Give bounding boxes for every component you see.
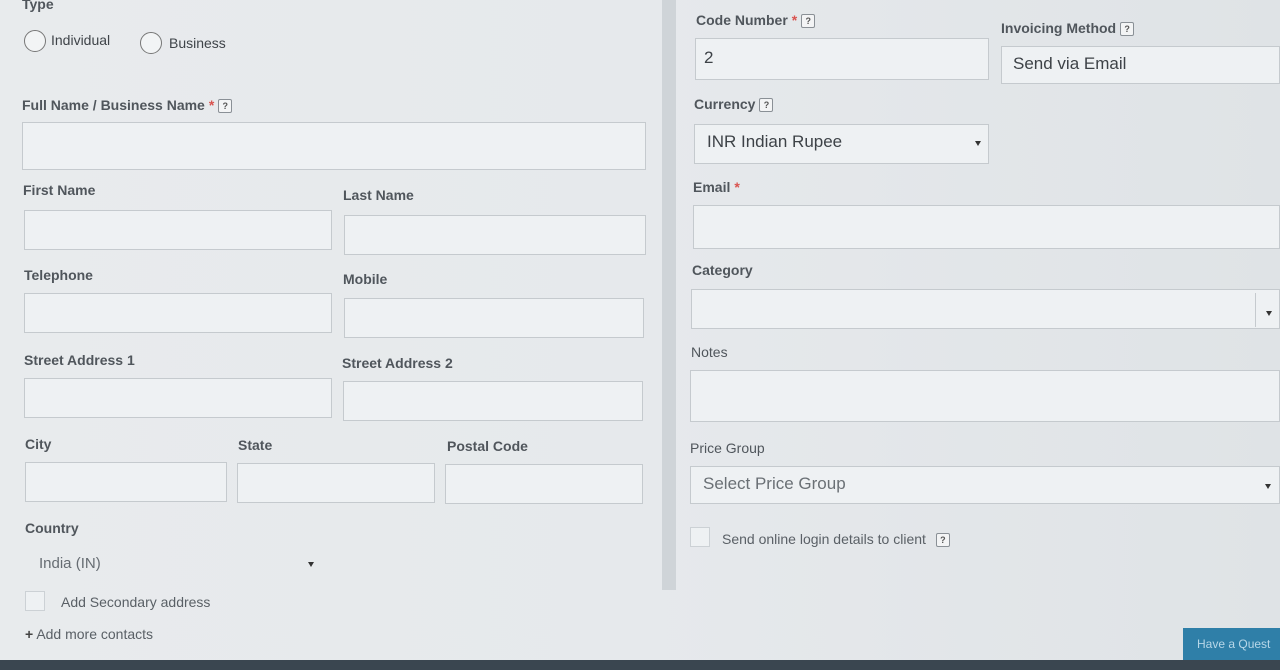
individual-radio-label[interactable]: Individual	[51, 32, 110, 48]
state-input[interactable]	[237, 463, 435, 503]
last-name-label: Last Name	[343, 187, 414, 203]
online-login-checkbox[interactable]	[690, 527, 710, 547]
category-select[interactable]	[691, 289, 1280, 329]
help-icon[interactable]: ?	[759, 98, 774, 113]
country-select-value: India (IN)	[39, 555, 101, 572]
full-name-label-text: Full Name / Business Name	[22, 97, 205, 113]
state-label: State	[238, 437, 273, 453]
business-radio[interactable]	[140, 32, 162, 54]
secondary-address-checkbox[interactable]	[25, 591, 45, 611]
telephone-input[interactable]	[24, 293, 332, 333]
chevron-down-icon	[308, 562, 314, 567]
postal-code-label: Postal Code	[447, 438, 528, 454]
online-login-label: Send online login details to client?	[722, 531, 950, 548]
invoicing-method-select[interactable]: Send via Email	[1001, 46, 1280, 84]
required-marker: *	[791, 12, 798, 28]
code-number-label: Code Number *?	[696, 12, 816, 29]
required-marker: *	[734, 179, 740, 195]
add-more-contacts-link[interactable]: + Add more contacts	[25, 626, 153, 642]
online-login-label-text: Send online login details to client	[722, 531, 926, 547]
email-label-text: Email	[693, 179, 731, 195]
country-select[interactable]: India (IN)	[26, 546, 324, 582]
individual-radio[interactable]	[24, 30, 46, 52]
price-group-select[interactable]: Select Price Group	[690, 466, 1280, 504]
mobile-input[interactable]	[344, 298, 644, 338]
help-icon[interactable]: ?	[1120, 22, 1135, 37]
plus-icon: +	[25, 626, 34, 642]
city-input[interactable]	[25, 462, 227, 502]
telephone-label: Telephone	[24, 267, 93, 283]
help-icon[interactable]: ?	[935, 533, 950, 548]
chat-help-button[interactable]: Have a Quest	[1183, 628, 1280, 660]
invoicing-method-label: Invoicing Method?	[1001, 20, 1135, 37]
invoicing-method-label-text: Invoicing Method	[1001, 20, 1117, 36]
email-input[interactable]	[693, 205, 1280, 249]
column-divider	[662, 0, 676, 590]
notes-textarea[interactable]	[690, 370, 1280, 422]
currency-label: Currency?	[694, 96, 774, 113]
street-address-2-label: Street Address 2	[342, 355, 453, 371]
street-address-2-input[interactable]	[343, 381, 643, 421]
select-separator	[1255, 293, 1256, 327]
client-form-page: Type Individual Business Full Name / Bus…	[0, 0, 1280, 660]
first-name-input[interactable]	[24, 210, 332, 250]
postal-code-input[interactable]	[445, 464, 643, 504]
city-label: City	[25, 436, 52, 452]
category-label: Category	[692, 262, 753, 278]
secondary-address-label[interactable]: Add Secondary address	[61, 594, 210, 610]
required-marker: *	[208, 97, 215, 113]
type-label: Type	[22, 0, 54, 12]
last-name-input[interactable]	[344, 215, 646, 255]
bottom-bar	[0, 660, 1280, 670]
street-address-1-label: Street Address 1	[24, 352, 135, 368]
price-group-label: Price Group	[690, 440, 765, 456]
chevron-down-icon	[1265, 484, 1271, 489]
first-name-label: First Name	[23, 182, 96, 198]
help-icon[interactable]: ?	[218, 99, 233, 114]
chevron-down-icon	[1266, 311, 1272, 316]
currency-select[interactable]: INR Indian Rupee	[694, 124, 989, 164]
full-name-input[interactable]	[22, 122, 646, 170]
currency-label-text: Currency	[694, 96, 756, 112]
code-number-input[interactable]: 2	[695, 38, 989, 80]
code-number-label-text: Code Number	[696, 12, 788, 28]
mobile-label: Mobile	[343, 271, 388, 287]
chevron-down-icon	[975, 141, 981, 146]
country-label: Country	[25, 520, 79, 536]
full-name-label: Full Name / Business Name *?	[22, 97, 233, 114]
add-more-contacts-label: Add more contacts	[36, 626, 154, 642]
street-address-1-input[interactable]	[24, 378, 332, 418]
notes-label: Notes	[691, 344, 728, 360]
help-icon[interactable]: ?	[801, 14, 816, 29]
business-radio-label[interactable]: Business	[169, 35, 226, 51]
email-label: Email *	[693, 179, 740, 195]
